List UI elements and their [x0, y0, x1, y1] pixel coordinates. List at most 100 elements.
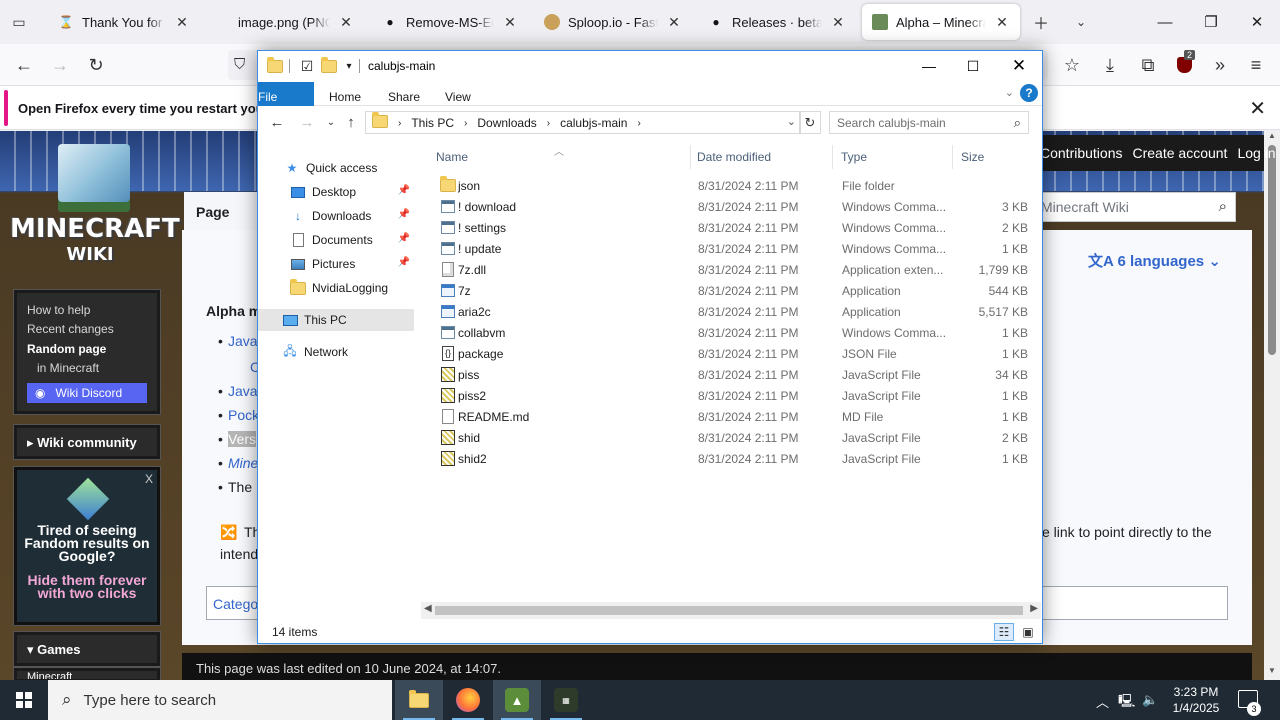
- help-icon[interactable]: ?: [1020, 84, 1038, 102]
- close-window-icon[interactable]: ✕: [1234, 0, 1280, 44]
- wiki-tab-page[interactable]: Page: [184, 192, 258, 230]
- forward-arrow-icon[interactable]: →: [46, 52, 74, 78]
- file-row[interactable]: ! download 8/31/2024 2:11 PM Windows Comma…: [434, 196, 1034, 217]
- file-row[interactable]: piss 8/31/2024 2:11 PM JavaScript File 34 K…: [434, 364, 1034, 385]
- ad-cta-link[interactable]: Hide them forever with two clicks: [17, 573, 157, 600]
- maximize-icon[interactable]: ☐: [950, 51, 996, 81]
- close-icon[interactable]: ✕: [174, 14, 190, 31]
- new-folder-icon[interactable]: [320, 56, 338, 75]
- breadcrumb-current[interactable]: calubjs-main: [560, 116, 627, 130]
- back-arrow-icon[interactable]: ←: [10, 52, 38, 78]
- column-header-size[interactable]: Size: [953, 145, 1033, 169]
- pin-icon[interactable]: 📌: [398, 233, 410, 244]
- pin-icon[interactable]: 📌: [398, 257, 410, 268]
- browser-tab[interactable]: image.png (PNG Image ✕: [204, 4, 364, 40]
- taskbar-betacraft[interactable]: ▦: [542, 680, 590, 720]
- sidebar-item-in-minecraft[interactable]: in Minecraft: [37, 361, 99, 375]
- downloads-icon[interactable]: ⤓: [1096, 52, 1124, 78]
- nav-item-downloads[interactable]: ↓ Downloads 📌: [258, 205, 414, 227]
- recent-locations-chevron-icon[interactable]: ⌄: [320, 111, 342, 133]
- file-row[interactable]: 7z.dll 8/31/2024 2:11 PM Application exten…: [434, 259, 1034, 280]
- refresh-icon[interactable]: ↻: [799, 111, 821, 134]
- chevron-right-icon[interactable]: ›: [547, 118, 550, 129]
- extensions-icon[interactable]: ⧉: [1134, 52, 1162, 78]
- close-window-icon[interactable]: ✕: [996, 51, 1042, 81]
- address-dropdown-icon[interactable]: ⌄: [787, 115, 796, 128]
- file-row[interactable]: README.md 8/31/2024 2:11 PM MD File 1 KB: [434, 406, 1034, 427]
- new-tab-plus-icon[interactable]: ＋: [1028, 10, 1054, 34]
- sidebar-item-games[interactable]: ▾ Games: [13, 631, 161, 667]
- create-account-link[interactable]: Create account: [1133, 145, 1228, 161]
- nav-item-nvidialogging[interactable]: NvidiaLogging: [258, 277, 414, 299]
- file-row[interactable]: shid2 8/31/2024 2:11 PM JavaScript File 1 K…: [434, 448, 1034, 469]
- firefox-view-icon[interactable]: ▭: [6, 10, 32, 34]
- expand-ribbon-chevron-icon[interactable]: ⌄: [1005, 86, 1014, 99]
- close-icon[interactable]: ✕: [502, 14, 518, 31]
- languages-button[interactable]: 文A 6 languages ⌄: [1088, 250, 1221, 271]
- scrollbar-thumb[interactable]: [435, 606, 1023, 615]
- sidebar-item-wiki-community[interactable]: ▸ Wiki community: [13, 424, 161, 460]
- chevron-right-icon[interactable]: ›: [464, 118, 467, 129]
- horizontal-scrollbar[interactable]: ◀ ▶: [421, 602, 1041, 619]
- file-row[interactable]: aria2c 8/31/2024 2:11 PM Application 5,517 …: [434, 301, 1034, 322]
- details-view-icon[interactable]: ☷: [994, 623, 1014, 641]
- clock[interactable]: 3:23 PM 1/4/2025: [1166, 684, 1226, 716]
- sidebar-item-recent-changes[interactable]: Recent changes: [27, 322, 114, 336]
- breadcrumb-downloads[interactable]: Downloads: [477, 116, 536, 130]
- page-scrollbar[interactable]: ▲ ▼: [1264, 131, 1280, 680]
- taskbar-minecraft-launcher[interactable]: ▲: [493, 680, 541, 720]
- start-button[interactable]: [0, 680, 48, 720]
- tab-list-chevron-icon[interactable]: ⌄: [1068, 10, 1094, 34]
- back-arrow-icon[interactable]: ←: [266, 111, 288, 133]
- file-row[interactable]: collabvm 8/31/2024 2:11 PM Windows Comma..…: [434, 322, 1034, 343]
- column-header-type[interactable]: Type: [833, 145, 953, 169]
- close-icon[interactable]: X: [145, 472, 153, 486]
- wiki-search-input[interactable]: Minecraft Wiki ⌕: [1030, 192, 1236, 222]
- up-arrow-icon[interactable]: ↑: [340, 111, 362, 133]
- browser-tab[interactable]: ● Remove-MS-Edge/ ✕: [372, 4, 528, 40]
- properties-check-icon[interactable]: ☑: [298, 57, 316, 75]
- contributions-link[interactable]: Contributions: [1040, 145, 1123, 161]
- scroll-up-icon[interactable]: ▲: [1264, 131, 1280, 145]
- taskbar-firefox[interactable]: [444, 680, 492, 720]
- large-icons-view-icon[interactable]: ▣: [1018, 623, 1038, 641]
- nav-item-quick-access[interactable]: ★ Quick access: [258, 157, 414, 179]
- overflow-chevrons-icon[interactable]: »: [1206, 52, 1234, 78]
- nav-item-pictures[interactable]: Pictures 📌: [258, 253, 414, 275]
- browser-tab-active[interactable]: Alpha – Minecraft W ✕: [862, 4, 1020, 40]
- taskbar-search-input[interactable]: ⌕ Type here to search: [48, 680, 392, 720]
- file-row[interactable]: piss2 8/31/2024 2:11 PM JavaScript File 1 K…: [434, 385, 1034, 406]
- tab-share[interactable]: Share: [388, 82, 420, 106]
- browser-tab[interactable]: Sploop.io - Fast pa ✕: [534, 4, 692, 40]
- sidebar-item-random-page[interactable]: Random page: [27, 342, 106, 356]
- list-link-selected[interactable]: Vers: [228, 431, 257, 447]
- categories-link[interactable]: Catego: [213, 596, 258, 612]
- pin-icon[interactable]: 📌: [398, 185, 410, 196]
- tab-file[interactable]: File: [258, 82, 314, 106]
- login-link[interactable]: Log in: [1237, 145, 1275, 161]
- nav-item-desktop[interactable]: Desktop 📌: [258, 181, 414, 203]
- ublock-icon[interactable]: 2: [1170, 50, 1198, 78]
- tab-view[interactable]: View: [445, 82, 471, 106]
- wiki-discord-button[interactable]: ◉ Wiki Discord: [27, 383, 147, 403]
- taskbar-file-explorer[interactable]: [395, 680, 443, 720]
- shield-icon[interactable]: ⛉: [234, 56, 245, 73]
- list-link[interactable]: Java: [228, 383, 258, 399]
- sidebar-item-how-to-help[interactable]: How to help: [27, 303, 90, 317]
- close-icon[interactable]: ✕: [994, 14, 1010, 31]
- file-row[interactable]: {} package 8/31/2024 2:11 PM JSON File 1 KB: [434, 343, 1034, 364]
- explorer-search-input[interactable]: Search calubjs-main ⌕: [829, 111, 1029, 134]
- network-status-icon[interactable]: 🖳: [1118, 692, 1135, 714]
- file-row[interactable]: shid 8/31/2024 2:11 PM JavaScript File 2 KB: [434, 427, 1034, 448]
- close-icon[interactable]: ✕: [666, 14, 682, 31]
- column-header-date-modified[interactable]: Date modified: [689, 145, 833, 169]
- show-hidden-icons-chevron-icon[interactable]: ︿: [1096, 692, 1109, 711]
- file-row[interactable]: json 8/31/2024 2:11 PM File folder: [434, 175, 1034, 196]
- scroll-down-icon[interactable]: ▼: [1264, 666, 1280, 680]
- pin-icon[interactable]: 📌: [398, 209, 410, 220]
- nav-item-network[interactable]: 🖧 Network: [258, 341, 414, 363]
- wiki-logo[interactable]: MINECRAFT WIKI: [10, 140, 180, 268]
- list-link[interactable]: Java: [228, 333, 258, 349]
- list-link[interactable]: Mine: [228, 455, 258, 471]
- chevron-right-icon[interactable]: ›: [398, 118, 401, 129]
